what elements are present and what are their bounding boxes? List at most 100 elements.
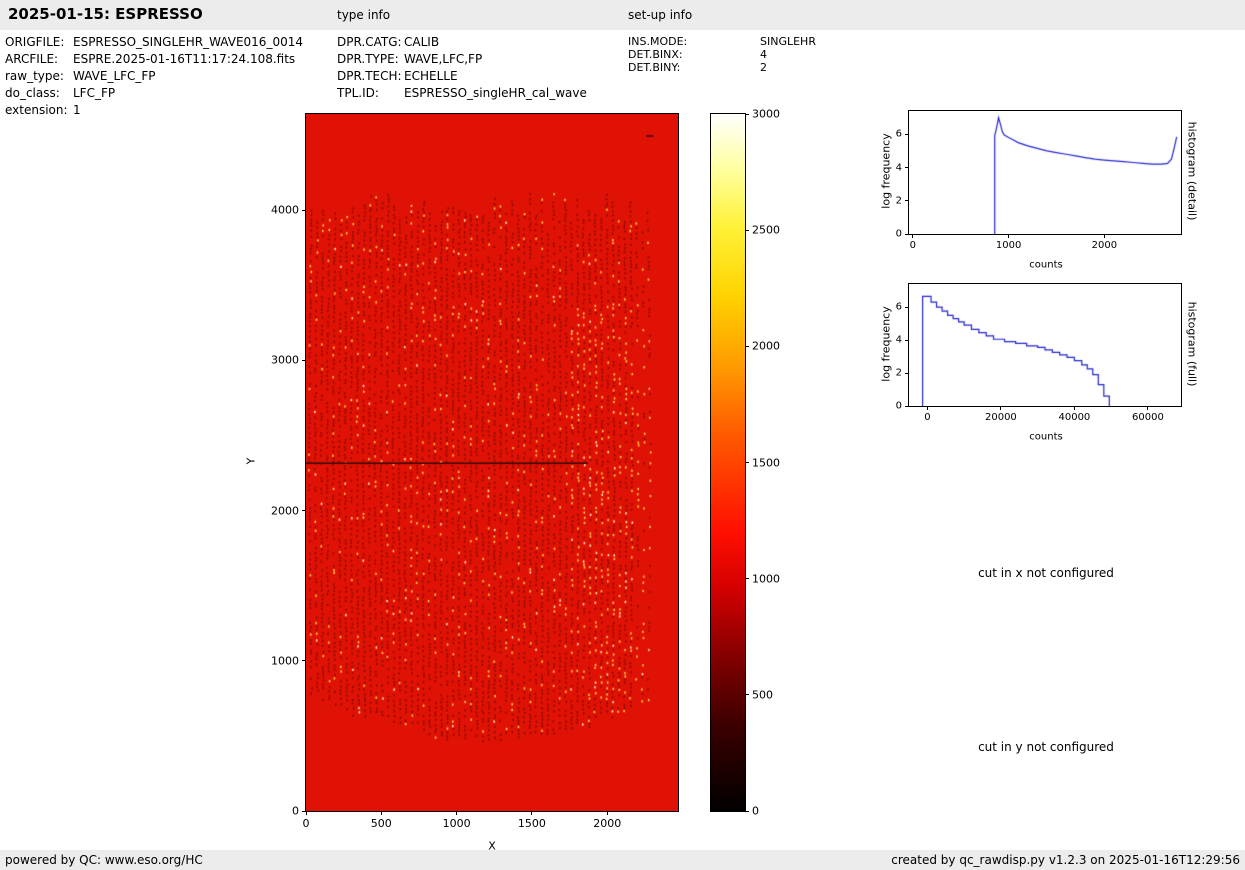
info-row: extension: 1 bbox=[5, 102, 303, 119]
tick-mark bbox=[380, 811, 382, 815]
info-label: DPR.TYPE: bbox=[337, 52, 399, 66]
colorbar bbox=[710, 113, 746, 812]
tick-mark bbox=[745, 694, 749, 696]
type-info-heading: type info bbox=[337, 8, 391, 22]
tick-mark bbox=[905, 405, 909, 407]
cut-y-message: cut in y not configured bbox=[978, 740, 1114, 754]
tick-label: 1000 bbox=[442, 817, 471, 830]
info-label: ARCFILE: bbox=[5, 52, 59, 66]
histogram-detail-plot bbox=[908, 110, 1182, 235]
tick-label: 0 bbox=[302, 817, 310, 830]
tick-label: 4 bbox=[895, 162, 902, 173]
tick-mark bbox=[745, 229, 749, 231]
tick-mark bbox=[926, 406, 928, 410]
tick-label: 4000 bbox=[271, 203, 299, 217]
tick-label: 6 bbox=[895, 301, 902, 313]
tick-label: 2 bbox=[895, 367, 902, 379]
tick-mark bbox=[1147, 406, 1149, 410]
tick-mark bbox=[745, 113, 749, 115]
info-value: WAVE,LFC,FP bbox=[404, 52, 483, 66]
tick-mark bbox=[302, 359, 306, 361]
histogram-full-plot bbox=[908, 283, 1182, 407]
tick-label: 3000 bbox=[752, 107, 780, 121]
tick-mark bbox=[905, 306, 909, 308]
footer-bar: powered by QC: www.eso.org/HC created by… bbox=[0, 850, 1245, 870]
info-row: DPR.TECH: ECHELLE bbox=[337, 68, 587, 85]
tick-mark bbox=[302, 660, 306, 662]
tick-label: 500 bbox=[370, 817, 392, 830]
info-label: DPR.TECH: bbox=[337, 69, 402, 83]
info-label: raw_type: bbox=[5, 69, 64, 83]
page-title: 2025-01-15: ESPRESSO bbox=[8, 5, 203, 23]
info-value: 1 bbox=[73, 103, 81, 117]
histogram-full-right-label: histogram (full) bbox=[1185, 301, 1199, 387]
cut-x-message: cut in x not configured bbox=[978, 566, 1114, 580]
tick-mark bbox=[302, 810, 306, 812]
header-bar: 2025-01-15: ESPRESSO type info set-up in… bbox=[0, 0, 1245, 30]
info-row: raw_type: WAVE_LFC_FP bbox=[5, 68, 303, 85]
footer-credit: powered by QC: www.eso.org/HC bbox=[5, 853, 203, 867]
tick-mark bbox=[1008, 234, 1010, 238]
tick-label: 0 bbox=[895, 400, 902, 412]
info-row: DET.BINY: 2 bbox=[628, 61, 816, 74]
histogram-detail-right-label: histogram (detail) bbox=[1185, 121, 1199, 221]
tick-mark bbox=[745, 810, 749, 812]
type-info-block: DPR.CATG: CALIB DPR.TYPE: WAVE,LFC,FP DPR.TE… bbox=[337, 34, 587, 102]
tick-label: 2 bbox=[895, 195, 902, 207]
tick-label: 2000 bbox=[271, 504, 299, 518]
tick-mark bbox=[745, 462, 749, 463]
raw-frame-image bbox=[306, 114, 678, 811]
tick-mark bbox=[905, 339, 909, 341]
tick-mark bbox=[1000, 406, 1002, 410]
tick-mark bbox=[456, 811, 458, 815]
tick-mark bbox=[606, 811, 608, 815]
footer-created: created by qc_rawdisp.py v1.2.3 on 2025-… bbox=[891, 853, 1240, 867]
tick-label: 0 bbox=[909, 240, 917, 251]
raw-frame-plot bbox=[305, 113, 679, 812]
tick-label: 1500 bbox=[752, 456, 780, 469]
setup-info-heading: set-up info bbox=[628, 8, 693, 22]
histogram-detail-xlabel: counts bbox=[1029, 259, 1063, 271]
tick-mark bbox=[905, 372, 909, 374]
histogram-full-curve bbox=[909, 284, 1181, 406]
info-label: ORIGFILE: bbox=[5, 35, 65, 49]
tick-mark bbox=[745, 345, 749, 347]
info-row: TPL.ID: ESPRESSO_singleHR_cal_wave bbox=[337, 85, 587, 102]
tick-mark bbox=[905, 200, 909, 202]
info-row: ARCFILE: ESPRE.2025-01-16T11:17:24.108.fi… bbox=[5, 51, 303, 68]
tick-mark bbox=[302, 209, 306, 211]
y-axis-label: Y bbox=[244, 457, 258, 465]
info-value: LFC_FP bbox=[73, 86, 116, 100]
info-label: INS.MODE: bbox=[628, 35, 688, 48]
info-label: DET.BINX: bbox=[628, 48, 683, 61]
info-label: do_class: bbox=[5, 86, 60, 100]
tick-label: 1000 bbox=[752, 572, 780, 586]
info-row: INS.MODE: SINGLEHR bbox=[628, 35, 816, 48]
info-row: DPR.TYPE: WAVE,LFC,FP bbox=[337, 51, 587, 68]
tick-label: 0 bbox=[292, 804, 299, 818]
setup-info-block: INS.MODE: SINGLEHR DET.BINX: 4 DET.BINY: 2 bbox=[628, 35, 816, 74]
qc-report-page: 2025-01-15: ESPRESSO type info set-up in… bbox=[0, 0, 1245, 870]
tick-label: 1000 bbox=[271, 654, 299, 668]
tick-label: 0 bbox=[924, 412, 931, 423]
tick-mark bbox=[1103, 234, 1105, 238]
info-value: ESPRE.2025-01-16T11:17:24.108.fits bbox=[73, 52, 296, 66]
tick-mark bbox=[912, 234, 914, 238]
tick-mark bbox=[745, 578, 749, 580]
info-value: WAVE_LFC_FP bbox=[73, 69, 156, 83]
tick-mark bbox=[1073, 406, 1075, 410]
tick-label: 6 bbox=[895, 128, 902, 140]
info-label: DET.BINY: bbox=[628, 61, 681, 74]
tick-mark bbox=[905, 167, 909, 168]
info-label: TPL.ID: bbox=[337, 86, 379, 100]
tick-label: 60000 bbox=[1132, 412, 1164, 423]
tick-label: 20000 bbox=[984, 412, 1017, 423]
tick-label: 40000 bbox=[1058, 412, 1091, 423]
file-info-block: ORIGFILE: ESPRESSO_SINGLEHR_WAVE016_0014 A… bbox=[5, 34, 303, 119]
tick-mark bbox=[905, 233, 909, 235]
info-value: SINGLEHR bbox=[760, 35, 816, 48]
tick-label: 0 bbox=[752, 804, 759, 818]
info-value: 4 bbox=[760, 48, 767, 61]
tick-label: 3000 bbox=[271, 353, 299, 367]
info-row: DPR.CATG: CALIB bbox=[337, 34, 587, 51]
